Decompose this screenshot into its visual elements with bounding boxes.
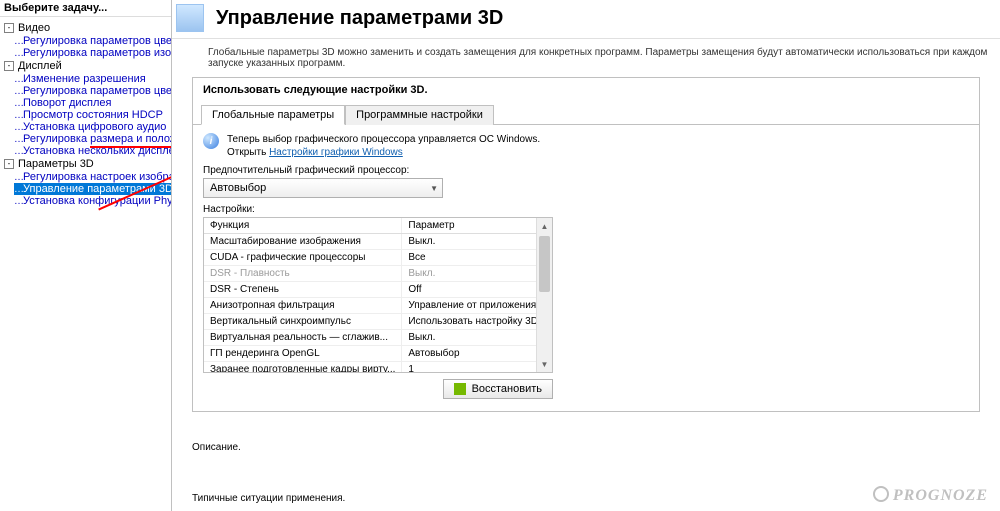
- sidebar-item[interactable]: Регулировка параметров цвета для вид: [14, 35, 172, 47]
- tree-group-label: Параметры 3D: [18, 157, 94, 171]
- sidebar-item[interactable]: Регулировка параметров изображения д: [14, 47, 172, 59]
- sidebar-item[interactable]: Просмотр состояния HDCP: [14, 109, 163, 121]
- table-row[interactable]: CUDA - графические процессорыВсе: [204, 250, 553, 266]
- gpu-select[interactable]: Автовыбор ▼: [203, 178, 443, 198]
- table-cell: Анизотропная фильтрация: [204, 298, 402, 314]
- restore-button[interactable]: Восстановить: [443, 379, 553, 399]
- table-cell: Выкл.: [402, 234, 553, 250]
- table-row[interactable]: Анизотропная фильтрацияУправление от при…: [204, 298, 553, 314]
- tree-toggler[interactable]: -: [4, 61, 14, 71]
- table-cell: Управление от приложения: [402, 298, 553, 314]
- main: Управление параметрами 3D Глобальные пар…: [172, 0, 1000, 511]
- tree: - Видео Регулировка параметров цвета для…: [0, 17, 171, 211]
- table-cell: 1: [402, 362, 553, 374]
- table-cell: CUDA - графические процессоры: [204, 250, 402, 266]
- page-description: Глобальные параметры 3D можно заменить и…: [172, 39, 1000, 77]
- table-cell: DSR - Плавность: [204, 266, 402, 282]
- sidebar-item[interactable]: Поворот дисплея: [14, 97, 111, 109]
- tab-global[interactable]: Глобальные параметры: [201, 105, 345, 125]
- gear-icon: [873, 486, 889, 502]
- sidebar-item[interactable]: Установка цифрового аудио: [14, 121, 166, 133]
- table-cell: Виртуальная реальность — сглажив...: [204, 330, 402, 346]
- tree-toggler[interactable]: -: [4, 159, 14, 169]
- info-text: Теперь выбор графического процессора упр…: [227, 133, 540, 159]
- grid-scrollbar[interactable]: ▲ ▼: [536, 218, 552, 372]
- sidebar-item[interactable]: Установка конфигурации PhysX: [14, 195, 172, 207]
- grid-header: Параметр: [402, 218, 553, 234]
- sidebar-item[interactable]: Регулировка размера и положения рабо: [14, 133, 172, 145]
- scroll-up-icon[interactable]: ▲: [537, 218, 552, 234]
- tree-toggler[interactable]: -: [4, 23, 14, 33]
- table-cell: Масштабирование изображения: [204, 234, 402, 250]
- table-cell: Off: [402, 282, 553, 298]
- tab-program[interactable]: Программные настройки: [345, 105, 494, 125]
- table-row[interactable]: DSR - ПлавностьВыкл.: [204, 266, 553, 282]
- table-row[interactable]: ГП рендеринга OpenGLАвтовыбор: [204, 346, 553, 362]
- gpu-label: Предпочтительный графический процессор:: [203, 165, 969, 176]
- settings-grid[interactable]: Функция Параметр Масштабирование изображ…: [203, 217, 553, 373]
- table-cell: Выкл.: [402, 266, 553, 282]
- grid-header: Функция: [204, 218, 402, 234]
- sidebar-item[interactable]: Регулировка параметров цвета рабочег: [14, 85, 172, 97]
- table-row[interactable]: Вертикальный синхроимпульсИспользовать н…: [204, 314, 553, 330]
- gpu-select-value: Автовыбор: [210, 182, 266, 194]
- sidebar-title: Выберите задачу...: [0, 0, 171, 17]
- tree-group-label: Дисплей: [18, 59, 62, 73]
- table-row[interactable]: Заранее подготовленные кадры вирту...1: [204, 362, 553, 374]
- info-icon: i: [203, 133, 219, 149]
- table-row[interactable]: DSR - СтепеньOff: [204, 282, 553, 298]
- scroll-thumb[interactable]: [539, 236, 550, 292]
- tree-group-label: Видео: [18, 21, 50, 35]
- description-label: Описание.: [192, 442, 980, 453]
- table-cell: Автовыбор: [402, 346, 553, 362]
- sidebar-item[interactable]: Установка нескольких дисплеев: [14, 145, 172, 157]
- sidebar-item-manage-3d[interactable]: Управление параметрами 3D: [14, 183, 172, 195]
- usage-label: Типичные ситуации применения.: [192, 493, 980, 504]
- table-cell: DSR - Степень: [204, 282, 402, 298]
- grid-label: Настройки:: [203, 204, 969, 215]
- table-cell: Вертикальный синхроимпульс: [204, 314, 402, 330]
- sidebar: Выберите задачу... - Видео Регулировка п…: [0, 0, 172, 511]
- table-cell: Выкл.: [402, 330, 553, 346]
- settings-group: Использовать следующие настройки 3D. Гло…: [192, 77, 980, 412]
- scroll-down-icon[interactable]: ▼: [537, 356, 552, 372]
- settings-title: Использовать следующие настройки 3D.: [193, 78, 979, 104]
- table-row[interactable]: Масштабирование изображенияВыкл.: [204, 234, 553, 250]
- table-cell: ГП рендеринга OpenGL: [204, 346, 402, 362]
- page-title: Управление параметрами 3D: [216, 7, 503, 30]
- sidebar-item[interactable]: Изменение разрешения: [14, 73, 146, 85]
- table-cell: Заранее подготовленные кадры вирту...: [204, 362, 402, 374]
- table-cell: Использовать настройку 3D-приложения: [402, 314, 553, 330]
- table-row[interactable]: Виртуальная реальность — сглажив...Выкл.: [204, 330, 553, 346]
- watermark: PROGNOZE: [873, 484, 988, 505]
- nvidia-icon: [454, 383, 466, 395]
- tabs: Глобальные параметры Программные настрой…: [193, 104, 979, 125]
- sidebar-item[interactable]: Регулировка настроек изображения с пр: [14, 171, 172, 183]
- table-cell: Все: [402, 250, 553, 266]
- windows-graphics-link[interactable]: Настройки графики Windows: [269, 147, 403, 158]
- cube-3d-icon: [176, 4, 204, 32]
- chevron-down-icon: ▼: [430, 184, 438, 193]
